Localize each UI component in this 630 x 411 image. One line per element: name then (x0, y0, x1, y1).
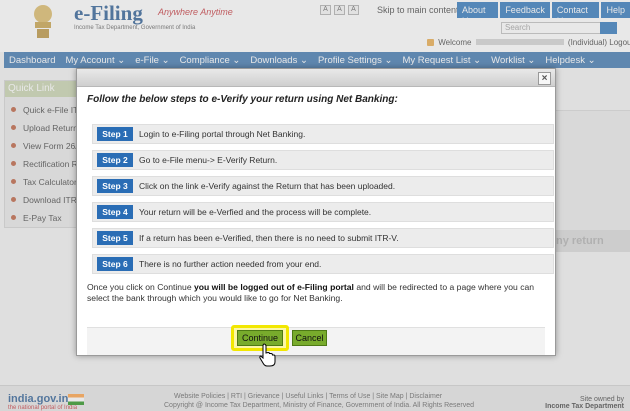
step-text: There is no further action needed from y… (139, 259, 322, 269)
step-text: Your return will be e-Verfied and the pr… (139, 207, 372, 217)
step-badge: Step 4 (97, 205, 133, 219)
step-badge: Step 2 (97, 153, 133, 167)
step-text: Login to e-Filing portal through Net Ban… (139, 129, 306, 139)
logout-notice: Once you click on Continue you will be l… (87, 282, 547, 304)
notice-bold-text: you will be logged out of e-Filing porta… (194, 282, 354, 292)
close-icon[interactable]: × (538, 72, 551, 85)
step-row: Step 5 If a return has been e-Verified, … (92, 228, 554, 248)
step-row: Step 2 Go to e-File menu-> E-Verify Retu… (92, 150, 554, 170)
step-text: Go to e-File menu-> E-Verify Return. (139, 155, 278, 165)
step-row: Step 3 Click on the link e-Verify agains… (92, 176, 554, 196)
dialog-titlebar: × (77, 69, 555, 87)
step-badge: Step 1 (97, 127, 133, 141)
step-row: Step 6 There is no further action needed… (92, 254, 554, 274)
step-row: Step 1 Login to e-Filing portal through … (92, 124, 554, 144)
step-text: Click on the link e-Verify against the R… (139, 181, 396, 191)
step-row: Step 4 Your return will be e-Verfied and… (92, 202, 554, 222)
dialog-heading: Follow the below steps to e-Verify your … (87, 94, 398, 105)
hand-cursor-icon (259, 343, 276, 367)
cancel-button[interactable]: Cancel (292, 330, 327, 346)
steps-list: Step 1 Login to e-Filing portal through … (92, 124, 554, 280)
notice-text-part1: Once you click on Continue (87, 282, 195, 292)
e-verify-dialog: × Follow the below steps to e-Verify you… (76, 68, 556, 356)
step-badge: Step 6 (97, 257, 133, 271)
step-text: If a return has been e-Verified, then th… (139, 233, 399, 243)
step-badge: Step 3 (97, 179, 133, 193)
step-badge: Step 5 (97, 231, 133, 245)
